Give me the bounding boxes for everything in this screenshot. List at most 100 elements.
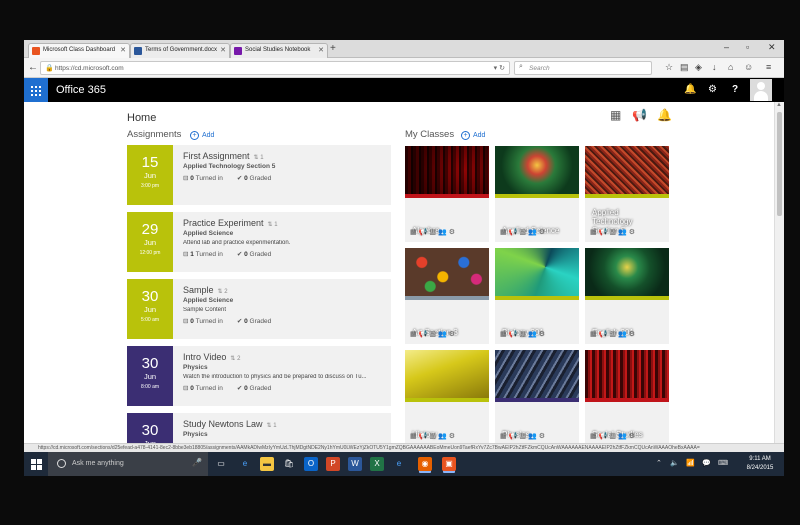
assignment-name[interactable]: Practice Experiment — [183, 218, 264, 228]
vertical-scrollbar[interactable]: ▲ — [774, 102, 784, 476]
outlook-icon[interactable]: O — [304, 457, 318, 471]
menu-icon[interactable]: ≡ — [766, 62, 771, 73]
class-card-english[interactable]: English 201 ▦📢▥👥⚙ — [585, 248, 669, 344]
class-card-physics[interactable]: Physics ▦📢▥👥⚙ — [495, 350, 579, 446]
gear-icon[interactable]: ⚙ — [449, 433, 457, 440]
library-icon[interactable]: ▤ — [680, 62, 689, 73]
gear-icon[interactable]: ⚙ — [539, 433, 547, 440]
notebook-icon[interactable]: ▦ — [590, 433, 599, 440]
scroll-up-icon[interactable]: ▲ — [776, 102, 782, 108]
class-card-algebra[interactable]: Algebra ▦📢▥👥⚙ — [405, 146, 489, 242]
megaphone-icon[interactable]: 📢 — [632, 108, 647, 122]
library-icon[interactable]: ▥ — [429, 433, 438, 440]
start-button[interactable] — [24, 452, 48, 476]
megaphone-icon[interactable]: 📢 — [599, 331, 610, 338]
system-clock[interactable]: 9:11 AM 8/24/2015 — [740, 455, 780, 473]
tray-chevron-icon[interactable]: ⌃ — [656, 459, 662, 467]
gear-icon[interactable]: ⚙ — [629, 229, 637, 236]
volume-icon[interactable]: 🔈 — [670, 459, 679, 467]
powerpoint-icon[interactable]: P — [326, 457, 340, 471]
microphone-icon[interactable]: 🎤 — [192, 458, 202, 467]
megaphone-icon[interactable]: 📢 — [599, 433, 610, 440]
notebook-icon[interactable]: ▦ — [410, 331, 419, 338]
library-icon[interactable]: ▥ — [609, 331, 618, 338]
window-close-icon[interactable]: ✕ — [768, 42, 776, 53]
office-icon[interactable]: ▣ — [442, 457, 456, 471]
library-icon[interactable]: ▥ — [609, 229, 618, 236]
class-card-biology[interactable]: Biology 301 ▦📢▥👥⚙ — [495, 248, 579, 344]
library-icon[interactable]: ▥ — [609, 433, 618, 440]
people-icon[interactable]: 👥 — [528, 229, 539, 236]
megaphone-icon[interactable]: 📢 — [419, 433, 430, 440]
assignment-card[interactable]: 29 Jun 12:00 pm Practice Experiment ⇅ 1 A… — [127, 212, 391, 272]
megaphone-icon[interactable]: 📢 — [419, 331, 430, 338]
tab-class-dashboard[interactable]: Microsoft Class Dashboard ✕ — [28, 43, 130, 58]
people-icon[interactable]: 👥 — [618, 229, 629, 236]
people-icon[interactable]: 👥 — [438, 433, 449, 440]
assignment-card[interactable]: 30 Jun 8:00 am Intro Video ⇅ 2 Physics Wa… — [127, 346, 391, 406]
url-bar[interactable]: 🔒 https://cd.microsoft.com ▾ ↻ — [40, 61, 510, 75]
assignment-name[interactable]: Study Newtons Law — [183, 419, 263, 429]
store-icon[interactable]: 🛍 — [282, 457, 296, 471]
notebook-icon[interactable]: ▦ — [500, 331, 509, 338]
notebook-icon[interactable]: ▦ — [500, 229, 509, 236]
chat-icon[interactable]: ☺ — [744, 62, 753, 73]
notebook-icon[interactable]: ▦ — [590, 331, 599, 338]
home-icon[interactable]: ⌂ — [728, 62, 733, 73]
firefox-icon[interactable]: ◉ — [418, 457, 432, 471]
class-card-art[interactable]: Art Section 3 ▦📢▥👥⚙ — [405, 248, 489, 344]
notebook-icon[interactable]: ▦ — [610, 108, 621, 122]
tab-social-studies-notebook[interactable]: Social Studies Notebook ✕ — [230, 43, 328, 58]
task-view-icon[interactable]: ▭ — [214, 457, 228, 471]
network-icon[interactable]: 📶 — [686, 459, 695, 467]
browser-search-input[interactable]: ⌕ Search — [514, 61, 652, 75]
star-icon[interactable]: ☆ — [665, 62, 673, 73]
action-center-icon[interactable]: 💬 — [702, 459, 711, 467]
class-card-history[interactable]: History ▦📢▥👥⚙ — [405, 350, 489, 446]
notebook-icon[interactable]: ▦ — [500, 433, 509, 440]
library-icon[interactable]: ▥ — [519, 331, 528, 338]
minimize-icon[interactable]: – — [724, 42, 729, 52]
cortana-search[interactable]: Ask me anything 🎤 — [48, 452, 208, 476]
megaphone-icon[interactable]: 📢 — [509, 433, 520, 440]
assignment-name[interactable]: First Assignment — [183, 151, 250, 161]
people-icon[interactable]: 👥 — [438, 229, 449, 236]
page-bell-icon[interactable]: 🔔 — [657, 108, 672, 122]
file-explorer-icon[interactable]: ▬ — [260, 457, 274, 471]
tab-terms-of-government[interactable]: Terms of Government.docx ✕ — [130, 43, 230, 58]
notebook-icon[interactable]: ▦ — [410, 433, 419, 440]
help-icon[interactable]: ? — [732, 83, 738, 96]
people-icon[interactable]: 👥 — [528, 331, 539, 338]
megaphone-icon[interactable]: 📢 — [599, 229, 610, 236]
assignment-card[interactable]: 15 Jun 3:00 pm First Assignment ⇅ 1 Appli… — [127, 145, 391, 205]
gear-icon[interactable]: ⚙ — [629, 433, 637, 440]
word-icon[interactable]: W — [348, 457, 362, 471]
close-tab-icon[interactable]: ✕ — [120, 46, 126, 54]
people-icon[interactable]: 👥 — [618, 331, 629, 338]
gear-icon[interactable]: ⚙ — [708, 83, 717, 96]
avatar[interactable] — [750, 79, 772, 101]
assignment-name[interactable]: Sample — [183, 285, 214, 295]
download-icon[interactable]: ↓ — [712, 62, 717, 73]
app-title[interactable]: Office 365 — [56, 84, 106, 96]
library-icon[interactable]: ▥ — [429, 331, 438, 338]
people-icon[interactable]: 👥 — [618, 433, 629, 440]
people-icon[interactable]: 👥 — [438, 331, 449, 338]
people-icon[interactable]: 👥 — [528, 433, 539, 440]
class-card-applied-science[interactable]: Applied Science ▦📢▥👥⚙ — [495, 146, 579, 242]
keyboard-icon[interactable]: ⌨ — [718, 459, 728, 467]
gear-icon[interactable]: ⚙ — [539, 331, 547, 338]
back-icon[interactable]: ← — [28, 61, 38, 74]
close-tab-icon[interactable]: ✕ — [220, 46, 226, 54]
notebook-icon[interactable]: ▦ — [590, 229, 599, 236]
gear-icon[interactable]: ⚙ — [539, 229, 547, 236]
maximize-icon[interactable]: ▫ — [746, 42, 749, 52]
library-icon[interactable]: ▥ — [519, 229, 528, 236]
assignment-card[interactable]: 30 Jun 5:00 am Sample ⇅ 2 Applied Science… — [127, 279, 391, 339]
new-tab-button[interactable]: + — [330, 43, 336, 55]
notebook-icon[interactable]: ▦ — [410, 229, 419, 236]
megaphone-icon[interactable]: 📢 — [509, 229, 520, 236]
library-icon[interactable]: ▥ — [429, 229, 438, 236]
add-assignment-button[interactable]: + Add — [190, 131, 214, 140]
internet-explorer-icon[interactable]: e — [392, 457, 406, 471]
